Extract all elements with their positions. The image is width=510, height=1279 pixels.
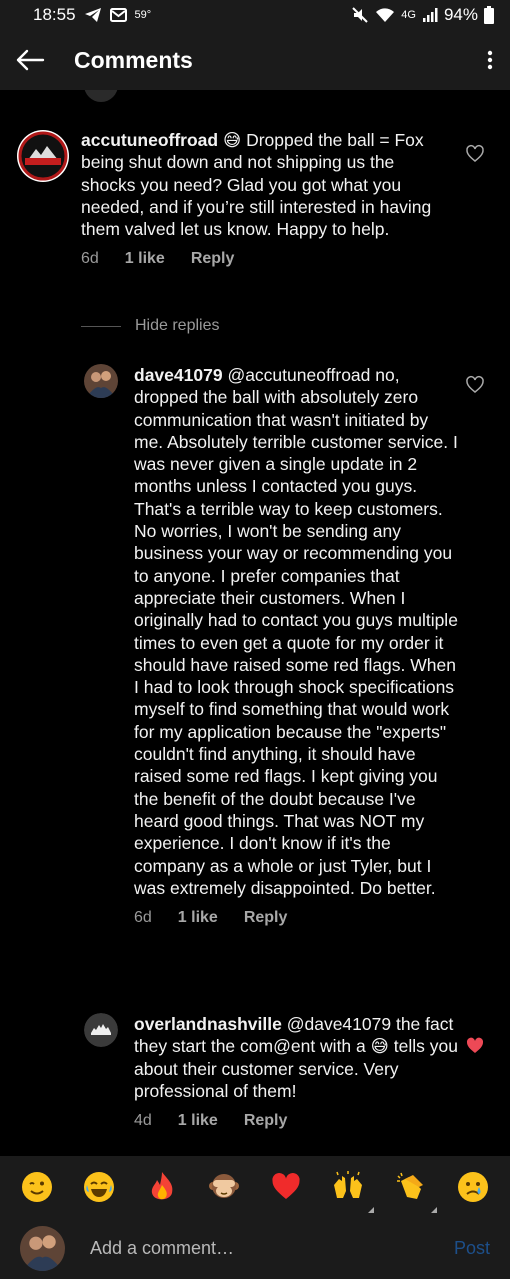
mail-icon — [109, 8, 127, 22]
status-temperature: 59° — [134, 9, 152, 21]
comment-username[interactable]: overlandnashville — [134, 1014, 282, 1034]
avatar[interactable] — [84, 364, 118, 398]
avatar[interactable] — [84, 1013, 118, 1047]
comment-username[interactable]: dave41079 — [134, 365, 223, 385]
network-type: 4G — [401, 9, 416, 21]
reaction-cry[interactable] — [453, 1167, 493, 1207]
reaction-see-no-evil[interactable] — [204, 1167, 244, 1207]
status-time: 18:55 — [33, 5, 76, 24]
reaction-clap[interactable] — [391, 1167, 437, 1213]
profile-photo — [84, 1013, 118, 1047]
skin-tone-indicator — [430, 1207, 437, 1213]
reaction-fire[interactable] — [142, 1167, 182, 1207]
comment-input[interactable]: Add a comment… — [90, 1238, 234, 1259]
reply-button[interactable]: Reply — [244, 1112, 288, 1130]
likes-count[interactable]: 1 like — [125, 250, 165, 268]
likes-count[interactable]: 1 like — [178, 1112, 218, 1130]
reply-button[interactable]: Reply — [244, 909, 288, 927]
mute-icon — [352, 7, 368, 23]
profile-photo — [84, 364, 118, 398]
heart-icon[interactable] — [465, 144, 485, 164]
signal-icon — [422, 8, 438, 22]
clapping-hands-icon — [396, 1172, 423, 1199]
quick-reactions-bar — [0, 1156, 510, 1218]
reaction-raised-hands[interactable] — [328, 1167, 375, 1213]
post-button[interactable]: Post — [454, 1238, 490, 1259]
comment-username[interactable]: accutuneoffroad — [81, 130, 218, 150]
more-options-button[interactable] — [470, 30, 510, 90]
raising-hands-icon — [334, 1171, 363, 1198]
my-avatar — [20, 1226, 65, 1271]
app-bar: Comments — [0, 30, 510, 90]
page-title: Comments — [74, 46, 193, 73]
reply-button[interactable]: Reply — [191, 250, 235, 268]
more-vertical-icon — [487, 50, 493, 70]
profile-photo — [20, 1226, 65, 1271]
battery-icon — [484, 6, 494, 24]
see-no-evil-monkey-icon — [208, 1174, 239, 1198]
status-bar: 18:55 59° 4G 94% — [0, 0, 510, 30]
avatar — [84, 90, 118, 102]
likes-count[interactable]: 1 like — [178, 909, 218, 927]
hide-replies-label: Hide replies — [135, 317, 220, 334]
reaction-laugh[interactable] — [79, 1167, 119, 1207]
divider — [81, 325, 121, 327]
comment-item: overlandnashville @dave41079 the fact th… — [84, 1013, 464, 1130]
back-arrow-icon — [16, 49, 45, 71]
tears-of-joy-emoji-icon — [84, 1172, 115, 1202]
hide-replies-button[interactable]: Hide replies — [81, 317, 219, 335]
accutune-logo — [17, 130, 69, 182]
comment-composer: Add a comment… Post — [0, 1218, 510, 1279]
battery-percent: 94% — [443, 5, 478, 24]
reaction-wink[interactable] — [17, 1167, 57, 1207]
back-button[interactable] — [0, 30, 60, 90]
fire-emoji-icon — [151, 1172, 173, 1200]
comment-time: 6d — [81, 250, 99, 268]
crying-face-icon — [457, 1172, 488, 1202]
comment-text: @accutuneoffroad no, dropped the ball wi… — [134, 365, 458, 898]
comment-item: accutuneoffroad 😅 Dropped the ball = Fox… — [16, 129, 436, 268]
skin-tone-indicator — [368, 1207, 375, 1213]
wifi-icon — [376, 8, 395, 22]
reaction-heart[interactable] — [266, 1167, 306, 1207]
heart-filled-icon[interactable] — [465, 1036, 485, 1056]
red-heart-icon — [272, 1173, 300, 1199]
comment-time: 6d — [134, 909, 152, 927]
comment-item: dave41079 @accutuneoffroad no, dropped t… — [84, 364, 464, 927]
heart-icon[interactable] — [465, 375, 485, 395]
avatar[interactable] — [16, 129, 70, 183]
comment-time: 4d — [134, 1112, 152, 1130]
wink-emoji-icon — [22, 1172, 53, 1202]
comments-list[interactable]: accutuneoffroad 😅 Dropped the ball = Fox… — [0, 90, 510, 1156]
telegram-icon — [84, 8, 101, 22]
